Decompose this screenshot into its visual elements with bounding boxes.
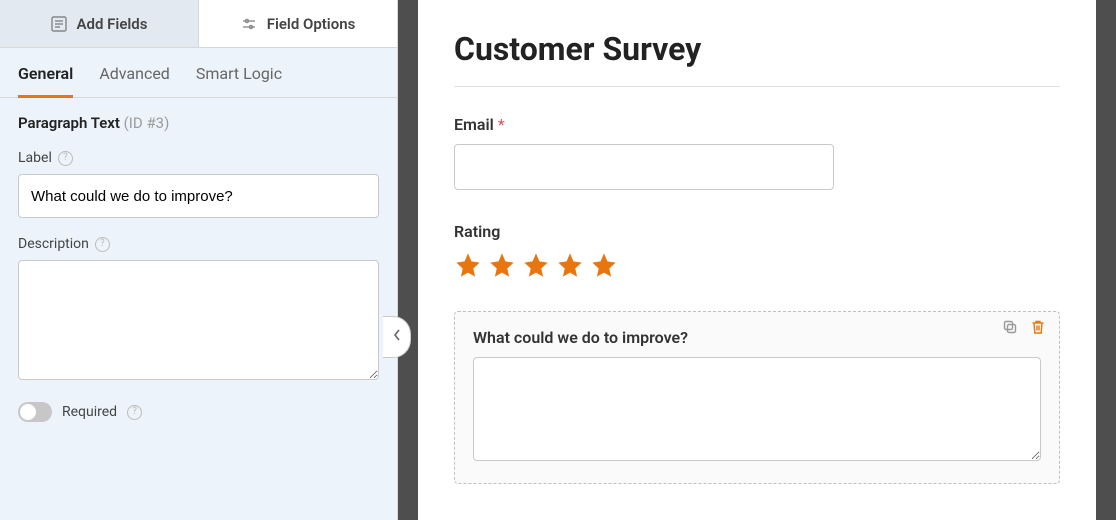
trash-icon: [1030, 319, 1046, 339]
required-label: Required: [62, 404, 117, 420]
preview-email-label-text: Email: [454, 115, 494, 134]
sidebar-panel: Paragraph Text (ID #3) Label ? Descripti…: [0, 98, 397, 438]
required-asterisk: *: [498, 115, 505, 134]
tab-add-fields[interactable]: Add Fields: [0, 0, 199, 47]
label-label: Label ?: [18, 150, 379, 166]
help-icon[interactable]: ?: [95, 237, 110, 252]
preview-rating-label-text: Rating: [454, 222, 500, 241]
subtab-general[interactable]: General: [18, 64, 73, 98]
preview-canvas: Customer Survey Email * Rating: [398, 0, 1116, 520]
preview-email-label: Email *: [454, 115, 1060, 134]
description-input[interactable]: [18, 260, 379, 380]
sliders-icon: [241, 16, 257, 32]
required-toggle[interactable]: [18, 402, 52, 422]
duplicate-button[interactable]: [1001, 320, 1019, 338]
delete-button[interactable]: [1029, 320, 1047, 338]
help-icon[interactable]: ?: [58, 151, 73, 166]
preview-email-field[interactable]: Email *: [454, 115, 1060, 190]
star-icon[interactable]: [556, 251, 584, 279]
preview-rating-label: Rating: [454, 222, 1060, 241]
required-row: Required ?: [18, 402, 379, 422]
field-toolbar: [1001, 320, 1047, 338]
preview-rating-stars: [454, 251, 1060, 279]
field-type-name: Paragraph Text: [18, 114, 120, 132]
tab-field-options[interactable]: Field Options: [199, 0, 397, 47]
label-row: Label ?: [18, 150, 379, 218]
preview-paragraph-label-text: What could we do to improve?: [473, 328, 688, 347]
label-input[interactable]: [18, 174, 379, 218]
form-icon: [51, 16, 67, 32]
help-icon[interactable]: ?: [127, 405, 142, 420]
description-row: Description ?: [18, 236, 379, 384]
subtab-smart-logic[interactable]: Smart Logic: [196, 64, 282, 98]
field-type-id: (ID #3): [124, 114, 170, 132]
star-icon[interactable]: [522, 251, 550, 279]
sidebar-sub-tabs: General Advanced Smart Logic: [0, 48, 397, 98]
preview-email-input[interactable]: [454, 144, 834, 190]
field-type-heading: Paragraph Text (ID #3): [18, 114, 379, 132]
form-title: Customer Survey: [454, 30, 1060, 87]
sidebar-top-tabs: Add Fields Field Options: [0, 0, 397, 48]
tab-add-fields-label: Add Fields: [77, 15, 148, 33]
subtab-advanced[interactable]: Advanced: [99, 64, 170, 98]
chevron-left-icon: [392, 328, 402, 346]
description-label-text: Description: [18, 236, 89, 252]
copy-icon: [1002, 319, 1018, 339]
form-preview: Customer Survey Email * Rating: [418, 0, 1096, 520]
label-label-text: Label: [18, 150, 52, 166]
star-icon[interactable]: [488, 251, 516, 279]
preview-paragraph-label: What could we do to improve?: [473, 328, 1041, 347]
preview-paragraph-field[interactable]: What could we do to improve?: [454, 311, 1060, 484]
star-icon[interactable]: [454, 251, 482, 279]
star-icon[interactable]: [590, 251, 618, 279]
sidebar: Add Fields Field Options General Advance…: [0, 0, 398, 520]
tab-field-options-label: Field Options: [267, 15, 356, 33]
preview-rating-field[interactable]: Rating: [454, 222, 1060, 279]
description-label: Description ?: [18, 236, 379, 252]
preview-paragraph-textarea[interactable]: [473, 357, 1041, 461]
